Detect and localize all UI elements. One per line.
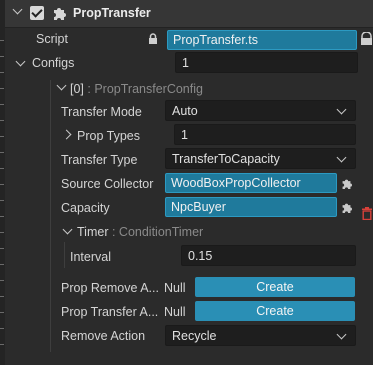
open-script-icon[interactable] <box>360 32 373 46</box>
component-title: PropTransfer <box>73 6 151 20</box>
collapse-component-toggle[interactable] <box>10 4 26 20</box>
nesting-guide-line <box>50 80 51 352</box>
prop-remove-action-label: Prop Remove A... <box>61 281 159 295</box>
chevron-down-icon <box>336 152 347 163</box>
prop-transfer-action-label: Prop Transfer A... <box>61 305 159 319</box>
element-type: : PropTransferConfig <box>87 82 203 96</box>
prop-types-toggle[interactable] <box>61 127 74 141</box>
source-collector-label: Source Collector <box>61 177 154 191</box>
configs-toggle[interactable] <box>14 56 28 71</box>
puzzle-icon <box>54 8 66 20</box>
component-enabled-checkbox[interactable] <box>30 6 44 20</box>
capacity-value: NpcBuyer <box>171 200 226 214</box>
chevron-down-icon <box>56 80 67 91</box>
source-collector-field[interactable]: WoodBoxPropCollector <box>165 173 337 193</box>
prop-types-count-field[interactable]: 1 <box>174 124 356 145</box>
transfer-type-label: Transfer Type <box>61 153 138 167</box>
transfer-mode-select[interactable]: Auto <box>165 100 356 121</box>
source-collector-value: WoodBoxPropCollector <box>171 176 301 190</box>
chevron-down-icon <box>15 56 26 67</box>
chevron-down-icon <box>336 329 347 340</box>
prop-transfer-action-null: Null <box>164 305 186 319</box>
chevron-right-icon <box>61 129 72 140</box>
remove-action-select[interactable]: Recycle <box>165 325 356 346</box>
element-0-toggle[interactable] <box>55 80 69 95</box>
interval-field[interactable]: 0.15 <box>181 245 356 266</box>
prop-remove-action-create-button[interactable]: Create <box>195 277 355 297</box>
delete-icon[interactable] <box>361 207 373 220</box>
timer-guide-line <box>64 242 65 268</box>
timer-name: Timer <box>77 225 109 239</box>
chevron-down-icon <box>62 224 73 235</box>
element-index: [0] <box>70 82 84 96</box>
capacity-field[interactable]: NpcBuyer <box>165 197 337 217</box>
configs-count-field[interactable]: 1 <box>175 52 358 73</box>
transfer-mode-label: Transfer Mode <box>61 105 142 119</box>
chevron-down-icon <box>336 104 347 115</box>
timer-toggle[interactable] <box>61 224 75 239</box>
prop-types-label: Prop Types <box>77 129 141 143</box>
prop-remove-action-null: Null <box>164 281 186 295</box>
transfer-type-select[interactable]: TransferToCapacity <box>165 148 356 169</box>
timer-label: Timer : ConditionTimer <box>77 225 203 239</box>
prop-transfer-action-create-button[interactable]: Create <box>195 301 355 321</box>
transfer-type-value: TransferToCapacity <box>172 152 280 166</box>
remove-action-label: Remove Action <box>61 329 146 343</box>
timer-type: : ConditionTimer <box>111 225 204 239</box>
configs-label: Configs <box>32 56 75 70</box>
chevron-down-icon <box>12 4 23 15</box>
puzzle-icon[interactable] <box>341 178 352 189</box>
script-reference-field[interactable]: PropTransfer.ts <box>167 30 357 50</box>
interval-label: Interval <box>70 250 111 264</box>
element-0-label: [0] : PropTransferConfig <box>70 82 203 96</box>
lock-icon <box>149 33 157 44</box>
script-value: PropTransfer.ts <box>173 33 258 47</box>
script-label: Script <box>36 32 68 46</box>
remove-action-value: Recycle <box>172 329 217 343</box>
transfer-mode-value: Auto <box>172 104 198 118</box>
left-edge-strip <box>0 0 5 365</box>
puzzle-icon[interactable] <box>341 202 352 213</box>
capacity-label: Capacity <box>61 201 110 215</box>
